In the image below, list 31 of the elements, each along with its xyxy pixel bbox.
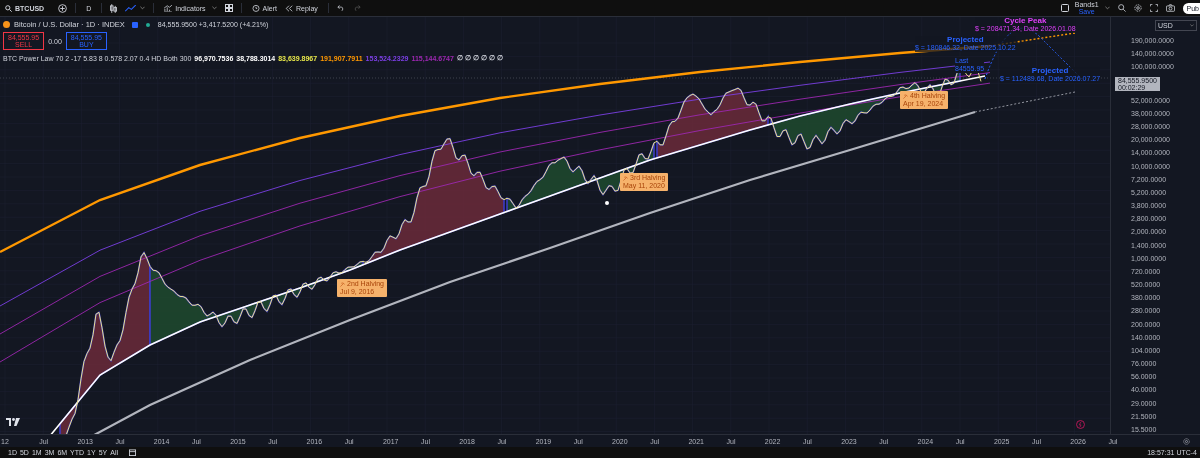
settings-icon[interactable]	[1133, 4, 1142, 12]
square-icon[interactable]	[1060, 4, 1069, 12]
chevron-icon	[1190, 24, 1194, 27]
pickaxe-icon	[903, 93, 908, 99]
pickaxe-icon	[623, 175, 628, 181]
chevron-icon[interactable]	[140, 6, 146, 10]
fullscreen-icon[interactable]	[1149, 4, 1158, 12]
projection-title: Projected	[1031, 67, 1069, 75]
settings-icon[interactable]	[1183, 437, 1190, 445]
flag-icon[interactable]	[131, 21, 138, 28]
status-dot-icon	[145, 22, 150, 27]
logo-icon	[6, 418, 20, 426]
marker-dot	[605, 201, 609, 205]
projection-title: Cycle Peak	[1004, 17, 1047, 25]
chevron-icon[interactable]	[211, 6, 217, 10]
undo-icon[interactable]	[336, 5, 345, 11]
add-symbol-icon[interactable]	[58, 3, 68, 13]
projection-title: Projected	[947, 36, 984, 44]
candles-icon[interactable]	[110, 3, 118, 13]
chevron-icon[interactable]	[1104, 6, 1110, 10]
camera-icon[interactable]	[1165, 4, 1175, 12]
line-chart-icon[interactable]	[125, 4, 137, 12]
pickaxe-icon	[340, 281, 345, 287]
search-icon	[5, 4, 12, 12]
rewind-icon	[285, 4, 293, 12]
calendar-icon[interactable]	[129, 449, 136, 456]
indicators-icon	[164, 4, 173, 12]
zoom-search-icon[interactable]	[1117, 4, 1126, 12]
coin-icon	[3, 21, 10, 28]
templates-icon[interactable]	[224, 4, 233, 12]
alarm-clock-icon	[251, 4, 260, 12]
